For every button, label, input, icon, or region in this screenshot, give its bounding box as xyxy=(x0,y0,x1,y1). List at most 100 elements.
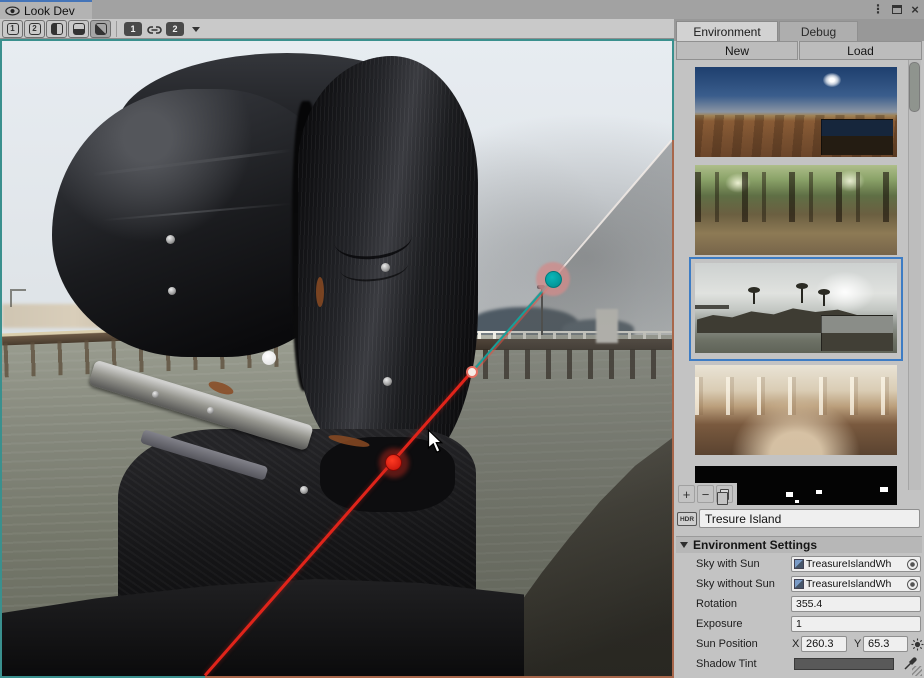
env-thumbnail-church[interactable] xyxy=(695,365,897,455)
gizmo-middle-handle[interactable] xyxy=(466,366,478,378)
rotation-value: 355.4 xyxy=(792,598,822,610)
lookdev-toolbar: 1 2 1 2 xyxy=(0,19,675,39)
hdr-badge: HDR xyxy=(677,512,697,526)
link-cameras-icon[interactable] xyxy=(147,25,162,35)
night-light xyxy=(795,500,799,503)
load-button[interactable]: Load xyxy=(799,41,922,60)
env-thumbnail-forest[interactable] xyxy=(695,165,897,255)
split-vertical-icon xyxy=(51,23,63,35)
rotation-row: Rotation 355.4 xyxy=(676,596,924,613)
rotation-label: Rotation xyxy=(696,598,737,610)
shadow-tint-swatch[interactable] xyxy=(794,658,894,670)
lookdev-viewport[interactable] xyxy=(2,41,672,676)
shadow-tint-label: Shadow Tint xyxy=(696,658,757,670)
sky-without-sun-row: Sky without Sun TreasureIslandWh xyxy=(676,576,924,593)
night-light xyxy=(786,492,793,497)
palm-tree xyxy=(801,287,803,303)
single-view-1-button[interactable]: 1 xyxy=(2,20,23,38)
gizmo-teal-handle[interactable] xyxy=(545,271,562,288)
sun-position-label: Sun Position xyxy=(696,638,758,650)
sky-with-sun-value: TreasureIslandWh xyxy=(806,558,907,570)
palm-tree xyxy=(753,291,755,304)
metal-stud xyxy=(300,486,308,494)
side-by-side-view-button[interactable] xyxy=(46,20,67,38)
treasure-pier xyxy=(695,305,729,309)
tab-debug[interactable]: Debug xyxy=(779,21,858,41)
texture-thumbnail-icon xyxy=(794,579,804,589)
thumbnail-scrollbar-thumb[interactable] xyxy=(909,62,920,112)
tab-environment[interactable]: Environment xyxy=(676,21,778,41)
camera-2-button[interactable]: 2 xyxy=(166,22,184,36)
sun-position-row: Sun Position X 260.3 Y 65.3 xyxy=(676,636,924,653)
single-view-2-button[interactable]: 2 xyxy=(24,20,45,38)
metal-stud xyxy=(381,263,390,272)
palm-tree xyxy=(823,293,825,306)
eye-icon xyxy=(5,6,20,16)
duplicate-icon xyxy=(720,489,729,500)
sun-y-label: Y xyxy=(854,638,861,650)
sun-gizmo-toggle-icon[interactable] xyxy=(911,638,924,651)
sky-without-sun-value: TreasureIslandWh xyxy=(806,578,907,590)
sky-without-sun-field[interactable]: TreasureIslandWh xyxy=(791,576,921,592)
environment-panel: Environment Debug New Load xyxy=(676,0,924,678)
sky-with-sun-label: Sky with Sun xyxy=(696,558,760,570)
sun-y-field[interactable]: 65.3 xyxy=(863,636,908,652)
environment-name-field[interactable]: Tresure Island xyxy=(699,509,920,528)
forest-trunks xyxy=(695,172,897,222)
sun-y-value: 65.3 xyxy=(868,638,889,650)
gizmo-red-handle[interactable] xyxy=(385,454,402,471)
split-horizontal-icon xyxy=(73,23,85,35)
exposure-field[interactable]: 1 xyxy=(791,616,921,632)
lookdev-tab[interactable]: Look Dev xyxy=(0,0,92,19)
resize-grip[interactable] xyxy=(912,666,922,676)
exposure-value: 1 xyxy=(792,618,802,630)
desert-nosun-inset xyxy=(821,119,893,155)
foldout-icon xyxy=(680,542,688,548)
split-diagonal-icon xyxy=(95,23,107,35)
church-columns xyxy=(695,377,897,415)
treasure-nosun-inset xyxy=(821,315,893,351)
night-light xyxy=(816,490,822,494)
texture-thumbnail-icon xyxy=(794,559,804,569)
camera-1-button[interactable]: 1 xyxy=(124,22,142,36)
window-title: Look Dev xyxy=(24,4,75,18)
thumbnail-scrollbar-track[interactable] xyxy=(908,60,921,490)
env-thumbnail-desert[interactable] xyxy=(695,67,897,157)
desert-sun xyxy=(823,73,841,87)
metal-bolt xyxy=(207,407,214,414)
exposure-label: Exposure xyxy=(696,618,742,630)
toolbar-separator xyxy=(116,21,117,37)
mouse-cursor xyxy=(427,429,443,454)
sun-x-label: X xyxy=(792,638,799,650)
sky-without-sun-label: Sky without Sun xyxy=(696,578,775,590)
metal-stud xyxy=(166,235,175,244)
view-2-icon: 2 xyxy=(29,23,41,35)
remove-environment-button[interactable]: − xyxy=(697,485,714,503)
object-picker-icon[interactable] xyxy=(907,579,918,590)
object-picker-icon[interactable] xyxy=(907,559,918,570)
view-1-icon: 1 xyxy=(7,23,19,35)
zone-view-button[interactable] xyxy=(90,20,111,38)
new-button[interactable]: New xyxy=(676,41,798,60)
orange-accent xyxy=(316,277,324,307)
shadow-tint-row: Shadow Tint xyxy=(676,656,924,673)
add-environment-button[interactable]: + xyxy=(678,485,695,503)
camera-dropdown-icon[interactable] xyxy=(192,27,200,32)
split-view-button[interactable] xyxy=(68,20,89,38)
metal-stud xyxy=(168,287,176,295)
rotation-field[interactable]: 355.4 xyxy=(791,596,921,612)
sun-x-field[interactable]: 260.3 xyxy=(801,636,847,652)
duplicate-environment-button[interactable] xyxy=(716,485,733,503)
distant-crane xyxy=(10,289,26,307)
sun-x-value: 260.3 xyxy=(806,638,834,650)
sky-with-sun-field[interactable]: TreasureIslandWh xyxy=(791,556,921,572)
metal-stud xyxy=(383,377,392,386)
lookdev-window: Look Dev ⋮ × 1 2 1 2 xyxy=(0,0,924,678)
environment-settings-header[interactable]: Environment Settings xyxy=(676,536,922,553)
sky-with-sun-row: Sky with Sun TreasureIslandWh xyxy=(676,556,924,573)
exposure-row: Exposure 1 xyxy=(676,616,924,633)
environment-list-actions: + − xyxy=(676,483,737,505)
env-thumbnail-treasure-island[interactable] xyxy=(695,263,897,353)
white-stud xyxy=(262,351,276,365)
night-light xyxy=(880,487,888,492)
